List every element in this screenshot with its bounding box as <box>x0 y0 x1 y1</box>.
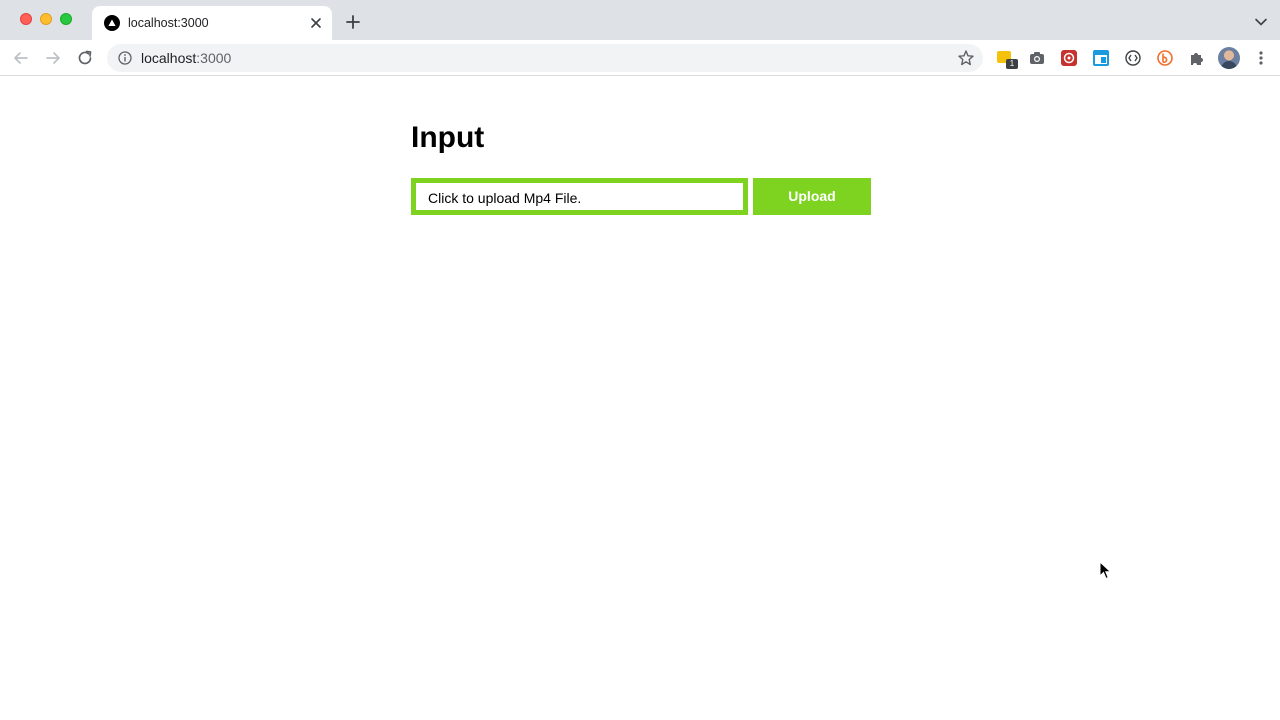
browser-toolbar: localhost:3000 1 <box>0 40 1280 76</box>
browser-tab[interactable]: localhost:3000 <box>92 6 332 40</box>
tab-title: localhost:3000 <box>128 16 209 30</box>
camera-extension-icon[interactable] <box>1028 49 1046 67</box>
page-title: Input <box>411 121 485 154</box>
url-port: :3000 <box>196 50 232 66</box>
more-menu-icon[interactable] <box>1252 49 1270 67</box>
nextjs-favicon-icon <box>104 15 120 31</box>
back-arrow-icon[interactable] <box>11 48 31 68</box>
extensions-puzzle-icon[interactable] <box>1188 49 1206 67</box>
forward-arrow-icon[interactable] <box>43 48 63 68</box>
address-bar[interactable]: localhost:3000 <box>107 44 983 72</box>
tab-search-chevron-down-icon[interactable] <box>1254 15 1268 29</box>
upload-button[interactable]: Upload <box>753 178 871 215</box>
notes-extension-badge: 1 <box>1006 59 1018 69</box>
file-upload-input-label: Click to upload Mp4 File. <box>428 190 582 206</box>
url-text: localhost:3000 <box>141 50 231 66</box>
tab-close-icon[interactable] <box>308 15 324 31</box>
file-upload-input[interactable]: Click to upload Mp4 File. <box>411 178 748 215</box>
close-window-button[interactable] <box>20 13 32 25</box>
orange-extension-icon[interactable] <box>1156 49 1174 67</box>
new-tab-plus-icon[interactable] <box>344 13 362 31</box>
code-circle-extension-icon[interactable] <box>1124 49 1142 67</box>
page-content: Input Click to upload Mp4 File. Upload <box>0 77 1280 720</box>
site-info-icon[interactable] <box>118 51 132 65</box>
maximize-window-button[interactable] <box>60 13 72 25</box>
url-host: localhost <box>141 50 197 66</box>
browser-tabstrip: localhost:3000 <box>0 0 1280 40</box>
notes-extension-icon[interactable]: 1 <box>996 49 1018 69</box>
bookmark-star-icon[interactable] <box>957 49 975 67</box>
red-extension-icon[interactable] <box>1060 49 1078 67</box>
profile-avatar[interactable] <box>1218 47 1240 69</box>
mouse-pointer-icon <box>1099 560 1113 581</box>
minimize-window-button[interactable] <box>40 13 52 25</box>
blue-window-extension-icon[interactable] <box>1092 49 1110 67</box>
reload-icon[interactable] <box>75 48 95 68</box>
